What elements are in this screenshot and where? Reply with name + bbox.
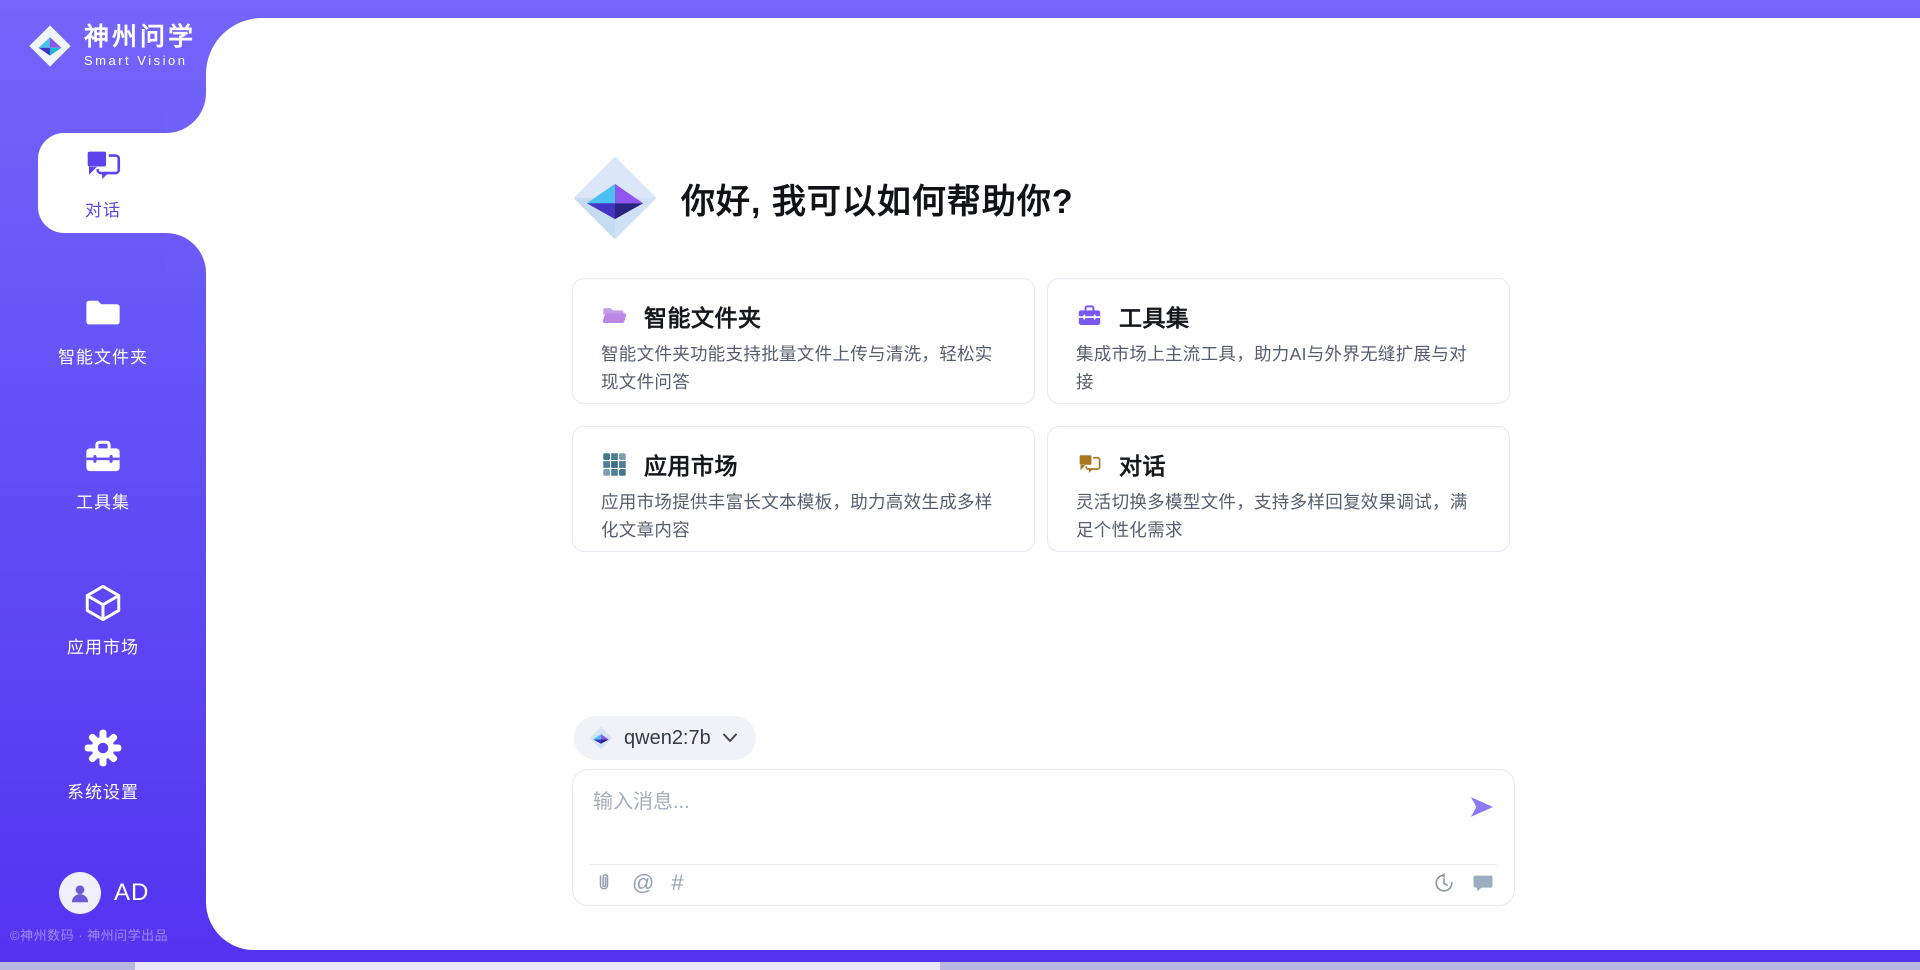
grid-icon bbox=[601, 451, 628, 478]
attachment-icon[interactable] bbox=[593, 872, 615, 894]
card-toolset[interactable]: 工具集 集成市场上主流工具，助力AI与外界无缝扩展与对接 bbox=[1047, 278, 1510, 404]
card-description: 灵活切换多模型文件，支持多样回复效果调试，满足个性化需求 bbox=[1076, 489, 1481, 544]
greeting-text: 你好, 我可以如何帮助你? bbox=[681, 174, 1074, 223]
horizontal-scrollbar-thumb[interactable] bbox=[135, 962, 940, 970]
toolbox-icon bbox=[82, 437, 124, 479]
composer-divider bbox=[590, 864, 1497, 865]
model-name: qwen2:7b bbox=[624, 727, 711, 750]
folder-open-icon bbox=[601, 303, 628, 330]
mention-icon[interactable]: @ bbox=[632, 872, 654, 894]
message-input[interactable] bbox=[593, 785, 1443, 840]
sidebar-item-toolset[interactable]: 工具集 bbox=[0, 425, 206, 525]
user-name: AD bbox=[114, 879, 149, 907]
brand-subtitle: Smart Vision bbox=[84, 53, 196, 68]
greeting-block: 你好, 我可以如何帮助你? bbox=[571, 150, 1074, 246]
copyright-footer: ©神州数码 · 神州问学出品 bbox=[10, 925, 168, 944]
send-icon[interactable] bbox=[1468, 793, 1496, 821]
brand-diamond-logo-small bbox=[589, 725, 613, 751]
card-app-market[interactable]: 应用市场 应用市场提供丰富长文本模板，助力高效生成多样化文章内容 bbox=[572, 426, 1035, 552]
sidebar-item-settings[interactable]: 系统设置 bbox=[0, 715, 206, 815]
person-icon bbox=[67, 880, 93, 906]
message-composer: @ # bbox=[572, 769, 1515, 906]
brand-diamond-icon bbox=[28, 22, 72, 70]
avatar bbox=[59, 872, 101, 914]
main-panel: 你好, 我可以如何帮助你? 智能文件夹 智能文件夹功能支持批量文件上传与清洗，轻… bbox=[206, 18, 1920, 950]
history-icon[interactable] bbox=[1433, 872, 1455, 894]
feature-cards: 智能文件夹 智能文件夹功能支持批量文件上传与清洗，轻松实现文件问答 工具集 集成… bbox=[572, 278, 1510, 552]
sidebar-item-smart-folder[interactable]: 智能文件夹 bbox=[0, 280, 206, 380]
sidebar-item-label: 对话 bbox=[85, 196, 121, 221]
gear-icon bbox=[82, 727, 124, 769]
brand-name: 神州问学 bbox=[84, 24, 196, 52]
model-selector[interactable]: qwen2:7b bbox=[574, 716, 756, 760]
chat-bubbles-icon bbox=[82, 145, 124, 187]
sidebar: 神州问学 Smart Vision 对话 智能文件夹 bbox=[0, 0, 206, 970]
sidebar-item-label: 智能文件夹 bbox=[58, 343, 148, 368]
card-description: 智能文件夹功能支持批量文件上传与清洗，轻松实现文件问答 bbox=[601, 341, 1006, 396]
sidebar-item-label: 应用市场 bbox=[67, 633, 139, 658]
card-description: 集成市场上主流工具，助力AI与外界无缝扩展与对接 bbox=[1076, 341, 1481, 396]
folder-icon bbox=[82, 292, 124, 334]
sidebar-item-label: 工具集 bbox=[76, 488, 130, 513]
card-title: 智能文件夹 bbox=[644, 299, 762, 333]
brand-logo: 神州问学 Smart Vision bbox=[28, 22, 196, 70]
hash-icon[interactable]: # bbox=[671, 872, 683, 894]
sidebar-item-app-market[interactable]: 应用市场 bbox=[0, 570, 206, 670]
card-description: 应用市场提供丰富长文本模板，助力高效生成多样化文章内容 bbox=[601, 489, 1006, 544]
feedback-bubble-icon[interactable] bbox=[1472, 872, 1494, 894]
user-profile[interactable]: AD bbox=[59, 872, 149, 914]
toolbox-icon bbox=[1076, 303, 1103, 330]
sidebar-item-chat[interactable]: 对话 bbox=[0, 133, 206, 233]
chevron-down-icon bbox=[722, 733, 738, 743]
sidebar-item-label: 系统设置 bbox=[67, 778, 139, 803]
horizontal-scrollbar-track bbox=[0, 962, 1920, 970]
card-title: 对话 bbox=[1119, 447, 1166, 481]
card-smart-folder[interactable]: 智能文件夹 智能文件夹功能支持批量文件上传与清洗，轻松实现文件问答 bbox=[572, 278, 1035, 404]
cube-icon bbox=[82, 582, 124, 624]
brand-diamond-logo-large bbox=[571, 150, 659, 246]
card-chat[interactable]: 对话 灵活切换多模型文件，支持多样回复效果调试，满足个性化需求 bbox=[1047, 426, 1510, 552]
card-title: 应用市场 bbox=[644, 447, 738, 481]
card-title: 工具集 bbox=[1119, 299, 1190, 333]
chat-bubbles-icon bbox=[1076, 451, 1103, 478]
